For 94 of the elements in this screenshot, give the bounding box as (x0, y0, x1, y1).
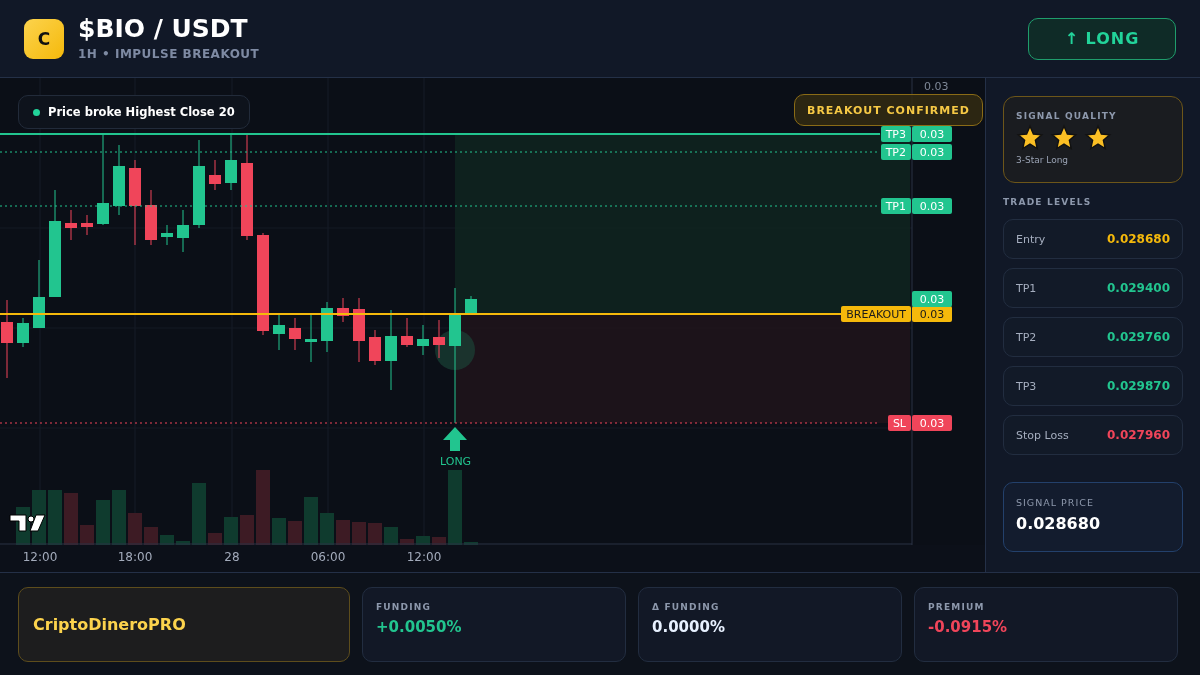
volume-bar (432, 537, 446, 545)
volume-bar (48, 490, 62, 545)
quality-caption: 3-Star Long (1016, 155, 1070, 165)
volume-bar (80, 525, 94, 545)
candle (433, 319, 445, 359)
time-axis-label: 28 (224, 550, 240, 564)
current-price-tag: 0.03 (912, 291, 952, 307)
candle (17, 317, 29, 348)
level-tag: BREAKOUT (841, 306, 911, 322)
signal-price-label: SIGNAL PRICE (1016, 497, 1095, 508)
volume-bar (64, 493, 78, 545)
level-tag: SL (887, 415, 911, 431)
section-title: SIGNAL QUALITY (1016, 111, 1118, 121)
level-name: TP3 (1016, 379, 1037, 393)
candle (289, 317, 301, 351)
volume-bar (96, 500, 110, 545)
candle (65, 209, 77, 241)
candle (465, 295, 477, 314)
brand-card: CriptoDineroPRO (18, 587, 350, 662)
time-axis-label: 06:00 (310, 550, 346, 564)
level-name: Stop Loss (1016, 428, 1069, 442)
candle (161, 224, 173, 246)
candle (145, 189, 157, 246)
pair-title: $BIO / USDT (78, 16, 249, 41)
volume-bar (352, 522, 366, 545)
candle (417, 324, 429, 356)
candle (401, 317, 413, 348)
star-icon (1016, 124, 1044, 152)
volume-bar (272, 518, 286, 545)
candle (369, 329, 381, 366)
long-button[interactable]: ↑ LONG (1028, 17, 1176, 60)
level-name: TP1 (1016, 281, 1037, 295)
volume-bar (464, 542, 478, 545)
candle (353, 297, 365, 363)
level-value: 0.029760 (1107, 330, 1170, 344)
level-value: 0.029870 (1107, 379, 1170, 393)
candle (177, 209, 189, 253)
level-name: Entry (1016, 232, 1046, 246)
tradingview-logo-icon (9, 514, 46, 532)
star-icon (1084, 124, 1112, 152)
candle (209, 159, 221, 191)
status-dot-icon (33, 108, 40, 116)
volume-bar (224, 517, 238, 545)
metric-value: -0.0915% (928, 618, 1009, 636)
volume-bar (416, 536, 430, 545)
price-tag: 0.03 (912, 144, 952, 160)
time-axis-label: 12:00 (406, 550, 442, 564)
metric-value: +0.0050% (376, 618, 463, 636)
volume-bar (336, 520, 350, 545)
candle (33, 259, 45, 329)
candle (225, 134, 237, 191)
volume-bar (160, 535, 174, 545)
price-tag: 0.03 (912, 198, 952, 214)
price-tag: 0.03 (912, 415, 952, 431)
volume-bar (176, 541, 190, 545)
volume-bar (112, 490, 126, 545)
price-axis-label: 0.03 (924, 80, 949, 93)
metric-label: FUNDING (376, 602, 433, 612)
volume-bar (368, 523, 382, 545)
level-name: TP2 (1016, 330, 1037, 344)
metric-label: PREMIUM (928, 602, 986, 612)
level-tag: TP2 (880, 144, 911, 160)
candle (321, 301, 333, 353)
alert-text: Price broke Highest Close 20 (48, 105, 235, 119)
level-value: 0.028680 (1107, 232, 1170, 246)
time-axis-label: 12:00 (22, 550, 58, 564)
volume-bar (304, 497, 318, 545)
volume-bar (192, 483, 206, 545)
timeframe-subtitle: 1H • IMPULSE BREAKOUT (78, 47, 261, 61)
candle (273, 314, 285, 351)
up-arrow-icon (443, 427, 467, 451)
section-title: TRADE LEVELS (1003, 197, 1093, 207)
volume-bar (320, 513, 334, 545)
price-tag: 0.03 (912, 126, 952, 142)
volume-bar (128, 513, 142, 545)
star-icon (1050, 124, 1078, 152)
volume-bar (288, 521, 302, 545)
metric-label: Δ FUNDING (652, 602, 721, 612)
candle (305, 314, 317, 363)
level-value: 0.029400 (1107, 281, 1170, 295)
volume-bar (240, 515, 254, 545)
level-value: 0.027960 (1107, 428, 1170, 442)
signal-price-value: 0.028680 (1016, 514, 1101, 533)
level-tag: TP1 (880, 198, 911, 214)
app-logo: C (24, 18, 64, 59)
time-axis-label: 18:00 (117, 550, 153, 564)
candle (337, 297, 349, 323)
volume-bar (400, 539, 414, 545)
candle (113, 144, 125, 216)
candle (81, 214, 93, 236)
level-tag: TP3 (880, 126, 911, 142)
metric-value: 0.0000% (652, 618, 726, 636)
breakout-badge: BREAKOUT CONFIRMED (794, 94, 983, 126)
signal-label: LONG (440, 455, 472, 468)
